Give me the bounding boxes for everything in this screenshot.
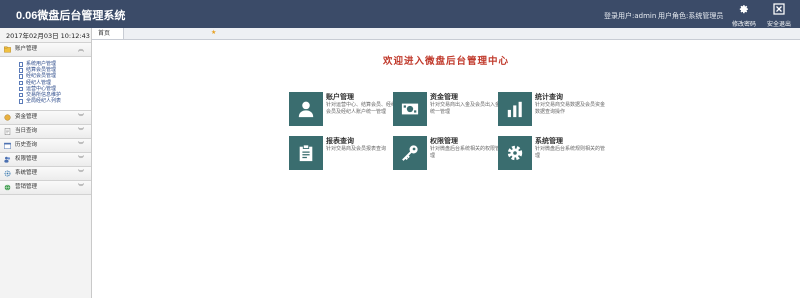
- calendar-icon: [4, 143, 11, 150]
- card-system[interactable]: 系统管理 针对微盘后台系统规则相关的管理: [498, 136, 606, 172]
- chevron-down-icon: ︾: [77, 156, 84, 164]
- document-icon: [19, 74, 23, 79]
- chevron-up-icon: ︽: [77, 46, 84, 53]
- tab-home[interactable]: 首页: [92, 28, 124, 39]
- card-icon-box: [498, 136, 532, 170]
- card-title: 系统管理: [535, 137, 563, 145]
- card-funds[interactable]: 资金管理 针对交易商出入金及会员出入金统一管理: [393, 92, 501, 128]
- card-icon-box: [498, 92, 532, 126]
- card-description: 针对交易商及会员报表查询: [326, 146, 387, 152]
- top-header: 0.06微盘后台管理系统 登录用户:admin 用户角色:系统管理员 修改密码 …: [0, 0, 800, 28]
- chevron-down-icon: ︾: [77, 142, 84, 150]
- login-user: 登录用户:admin: [604, 12, 657, 20]
- logout-button[interactable]: 安全退出: [764, 3, 794, 28]
- menu-system[interactable]: 系统管理 ︾: [0, 167, 91, 182]
- menu-history-query[interactable]: 历史查询 ︾: [0, 139, 91, 154]
- bar-chart-icon: [507, 101, 522, 118]
- logout-label: 安全退出: [766, 21, 791, 28]
- menu-funds[interactable]: 资金管理 ︾: [0, 111, 91, 126]
- document-icon: [19, 92, 23, 98]
- card-title: 账户管理: [326, 93, 354, 101]
- document-icon: [19, 62, 23, 67]
- gear-icon: [739, 5, 748, 14]
- card-icon-box: [393, 136, 427, 170]
- user-role: 用户角色:系统管理员: [658, 12, 724, 20]
- user-icon: [298, 101, 314, 118]
- chevron-down-icon: ︾: [77, 170, 84, 178]
- change-password-button[interactable]: 修改密码: [729, 3, 759, 28]
- document-icon: [19, 80, 23, 86]
- card-icon-box: [289, 92, 323, 126]
- menu-permission[interactable]: 权限管理 ︾: [0, 153, 91, 168]
- menu-marketing[interactable]: 营销管理 ︾: [0, 181, 91, 196]
- document-icon: [19, 86, 23, 92]
- card-description: 针对微盘后台系统规则相关的管理: [535, 146, 606, 159]
- menu-account[interactable]: 账户管理 ︽: [0, 43, 91, 57]
- welcome-heading: 欢迎进入微盘后台管理中心: [382, 56, 509, 67]
- clipboard-icon: [299, 144, 313, 162]
- card-title: 报表查询: [326, 137, 354, 145]
- gear-icon: [4, 170, 11, 177]
- document-icon: [19, 99, 23, 104]
- menu-today-query[interactable]: 当日查询 ︾: [0, 125, 91, 140]
- sidebar: 2017年02月03日 10:12:43 账户管理 ︽ 系统用户管理 结算会员管…: [0, 28, 92, 298]
- current-datetime: 2017年02月03日 10:12:43: [0, 30, 91, 43]
- card-title: 权限管理: [430, 137, 458, 145]
- app-title: 0.06微盘后台管理系统: [16, 10, 126, 22]
- close-box-icon: [773, 3, 785, 15]
- card-title: 统计查询: [535, 93, 563, 101]
- card-reports[interactable]: 报表查询 针对交易商及会员报表查询: [289, 136, 393, 172]
- card-icon-box: [289, 136, 323, 170]
- menu-account-label: 账户管理: [15, 46, 38, 52]
- card-permission[interactable]: 权限管理 针对微盘后台系统相关的权限管理: [393, 136, 501, 172]
- card-description: 针对交易商出入金及会员出入金统一管理: [430, 102, 501, 115]
- card-statistics[interactable]: 统计查询 针对交易商交易数据及会员资金数据查询操作: [498, 92, 606, 128]
- document-icon: [4, 128, 11, 136]
- gear-icon: [507, 145, 523, 161]
- card-description: 针对运营中心、结算会员、经纪会员及经纪人账户统一管理: [326, 102, 397, 115]
- chevron-down-icon: ︾: [77, 128, 84, 136]
- tab-bar: 首页 ★: [92, 28, 800, 40]
- card-description: 针对交易商交易数据及会员资金数据查询操作: [535, 102, 606, 115]
- account-submenu: 系统用户管理 结算会员管理 经纪会员管理 经纪人管理 运营中心管理 交易所信息维…: [0, 57, 91, 112]
- chevron-down-icon: ︾: [77, 114, 84, 122]
- key-icon: [402, 145, 418, 161]
- star-icon: ★: [211, 29, 217, 36]
- submenu-item[interactable]: 全局经纪人列表: [0, 98, 91, 104]
- document-icon: [19, 68, 23, 73]
- users-icon: [4, 157, 11, 163]
- globe-icon: [4, 184, 11, 191]
- coin-icon: [4, 114, 11, 121]
- card-account[interactable]: 账户管理 针对运营中心、结算会员、经纪会员及经纪人账户统一管理: [289, 92, 397, 128]
- card-description: 针对微盘后台系统相关的权限管理: [430, 146, 501, 159]
- money-icon: [401, 103, 419, 115]
- change-password-label: 修改密码: [731, 21, 756, 28]
- card-icon-box: [393, 92, 427, 126]
- main-content: 欢迎进入微盘后台管理中心 账户管理 针对运营中心、结算会员、经纪会员及经纪人账户…: [92, 40, 800, 298]
- chevron-down-icon: ︾: [77, 184, 84, 192]
- card-title: 资金管理: [430, 93, 458, 101]
- folder-icon: [4, 46, 11, 53]
